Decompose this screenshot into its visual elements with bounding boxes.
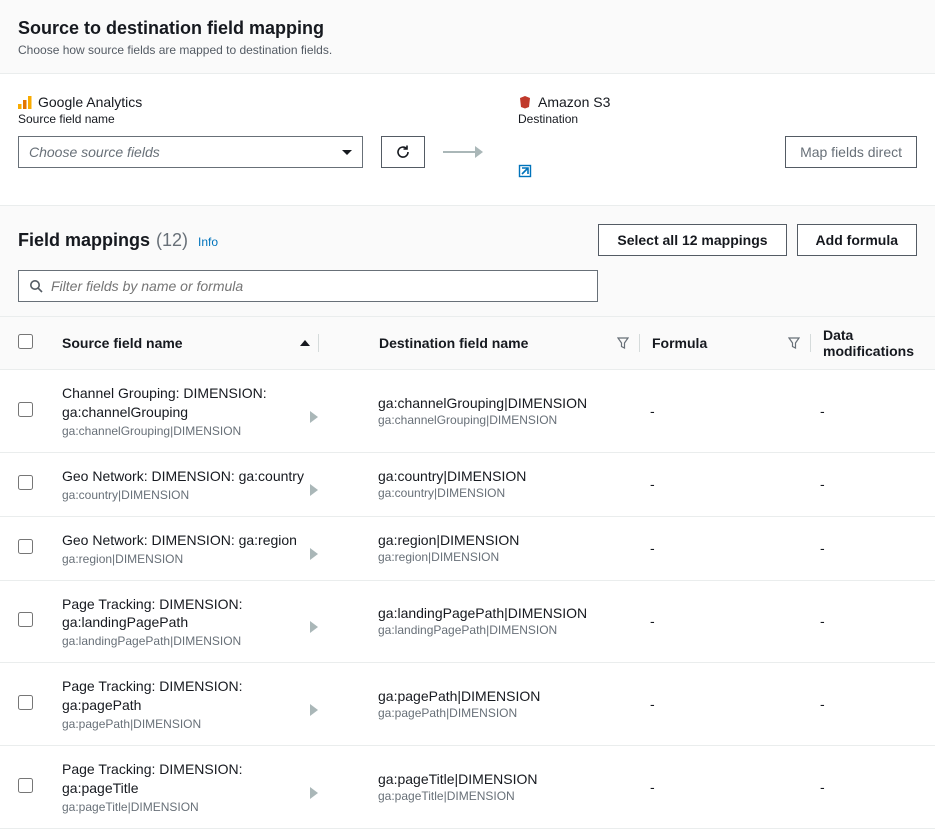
destination-field-name: ga:country|DIMENSION bbox=[378, 468, 638, 484]
source-connector-name: Google Analytics bbox=[38, 94, 142, 110]
formula-value: - bbox=[650, 476, 655, 492]
source-field-name: Page Tracking: DIMENSION: ga:landingPage… bbox=[62, 595, 318, 633]
formula-value: - bbox=[650, 540, 655, 556]
formula-value: - bbox=[650, 403, 655, 419]
row-checkbox[interactable] bbox=[18, 778, 33, 793]
map-fields-directly-button[interactable]: Map fields direct bbox=[785, 136, 917, 168]
source-field-name: Geo Network: DIMENSION: ga:country bbox=[62, 467, 318, 486]
sort-asc-icon[interactable] bbox=[300, 340, 310, 346]
source-field-name: Channel Grouping: DIMENSION: ga:channelG… bbox=[62, 384, 318, 422]
destination-field-name: ga:channelGrouping|DIMENSION bbox=[378, 395, 638, 411]
select-all-checkbox[interactable] bbox=[18, 334, 33, 349]
arrow-right-icon bbox=[443, 146, 483, 158]
modification-value: - bbox=[820, 476, 825, 492]
info-link[interactable]: Info bbox=[198, 235, 218, 249]
field-mappings-section: Field mappings (12) Info Select all 12 m… bbox=[0, 206, 935, 829]
source-field-name: Page Tracking: DIMENSION: ga:pageTitle bbox=[62, 760, 318, 798]
mappings-count: (12) bbox=[156, 230, 188, 251]
select-all-button[interactable]: Select all 12 mappings bbox=[598, 224, 786, 256]
source-field-sub: ga:channelGrouping|DIMENSION bbox=[62, 424, 318, 438]
source-destination-section: Google Analytics Source field name Choos… bbox=[0, 74, 935, 206]
source-field-sub: ga:region|DIMENSION bbox=[62, 552, 318, 566]
filter-input[interactable] bbox=[51, 278, 587, 294]
formula-value: - bbox=[650, 613, 655, 629]
col-formula-header[interactable]: Formula bbox=[652, 335, 707, 351]
page-header: Source to destination field mapping Choo… bbox=[0, 0, 935, 74]
amazon-s3-icon bbox=[518, 95, 532, 109]
row-checkbox[interactable] bbox=[18, 539, 33, 554]
source-field-name: Page Tracking: DIMENSION: ga:pagePath bbox=[62, 677, 318, 715]
col-source-header[interactable]: Source field name bbox=[62, 335, 183, 351]
source-field-sub: ga:country|DIMENSION bbox=[62, 488, 318, 502]
source-field-sub: ga:pageTitle|DIMENSION bbox=[62, 800, 318, 814]
external-link-icon bbox=[518, 164, 532, 178]
row-checkbox[interactable] bbox=[18, 695, 33, 710]
page-title: Source to destination field mapping bbox=[18, 18, 917, 39]
destination-field-sub: ga:channelGrouping|DIMENSION bbox=[378, 413, 638, 427]
mappings-title: Field mappings bbox=[18, 230, 150, 251]
filter-icon[interactable] bbox=[786, 335, 802, 351]
source-select-placeholder: Choose source fields bbox=[29, 144, 160, 160]
source-field-select[interactable]: Choose source fields bbox=[18, 136, 363, 168]
destination-field-name: ga:region|DIMENSION bbox=[378, 532, 638, 548]
google-analytics-icon bbox=[18, 95, 32, 109]
source-connector-title: Google Analytics bbox=[18, 94, 518, 110]
add-formula-button[interactable]: Add formula bbox=[797, 224, 917, 256]
filter-input-wrapper[interactable] bbox=[18, 270, 598, 302]
row-checkbox[interactable] bbox=[18, 612, 33, 627]
table-body: Channel Grouping: DIMENSION: ga:channelG… bbox=[0, 370, 935, 829]
destination-field-name: ga:pageTitle|DIMENSION bbox=[378, 771, 638, 787]
page-subtitle: Choose how source fields are mapped to d… bbox=[18, 43, 917, 57]
table-row: Channel Grouping: DIMENSION: ga:channelG… bbox=[0, 370, 935, 453]
destination-field-name: ga:pagePath|DIMENSION bbox=[378, 688, 638, 704]
destination-connector-name: Amazon S3 bbox=[538, 94, 610, 110]
table-row: Page Tracking: DIMENSION: ga:pagePath ga… bbox=[0, 663, 935, 746]
modification-value: - bbox=[820, 613, 825, 629]
refresh-button[interactable] bbox=[381, 136, 425, 168]
destination-field-sub: ga:region|DIMENSION bbox=[378, 550, 638, 564]
table-header: Source field name Destination field name… bbox=[0, 316, 935, 370]
destination-field-sub: ga:pageTitle|DIMENSION bbox=[378, 789, 638, 803]
destination-field-sub: ga:country|DIMENSION bbox=[378, 486, 638, 500]
row-checkbox[interactable] bbox=[18, 475, 33, 490]
table-row: Page Tracking: DIMENSION: ga:pageTitle g… bbox=[0, 746, 935, 829]
formula-value: - bbox=[650, 779, 655, 795]
formula-value: - bbox=[650, 696, 655, 712]
destination-field-name: ga:landingPagePath|DIMENSION bbox=[378, 605, 638, 621]
destination-field-sub: ga:pagePath|DIMENSION bbox=[378, 706, 638, 720]
refresh-icon bbox=[395, 144, 411, 160]
modification-value: - bbox=[820, 403, 825, 419]
filter-icon[interactable] bbox=[615, 335, 631, 351]
destination-label: Destination bbox=[518, 112, 785, 126]
row-checkbox[interactable] bbox=[18, 402, 33, 417]
table-row: Page Tracking: DIMENSION: ga:landingPage… bbox=[0, 581, 935, 664]
source-field-sub: ga:pagePath|DIMENSION bbox=[62, 717, 318, 731]
destination-external-link[interactable] bbox=[518, 164, 532, 178]
mappings-table: Source field name Destination field name… bbox=[0, 316, 935, 829]
modification-value: - bbox=[820, 696, 825, 712]
table-row: Geo Network: DIMENSION: ga:country ga:co… bbox=[0, 453, 935, 517]
search-icon bbox=[29, 279, 43, 293]
col-modifications-header[interactable]: Data modifications bbox=[823, 327, 917, 359]
source-field-sub: ga:landingPagePath|DIMENSION bbox=[62, 634, 318, 648]
modification-value: - bbox=[820, 779, 825, 795]
source-field-label: Source field name bbox=[18, 112, 518, 126]
table-row: Geo Network: DIMENSION: ga:region ga:reg… bbox=[0, 517, 935, 581]
destination-connector-title: Amazon S3 bbox=[518, 94, 785, 110]
source-field-name: Geo Network: DIMENSION: ga:region bbox=[62, 531, 318, 550]
col-destination-header[interactable]: Destination field name bbox=[379, 335, 528, 351]
chevron-down-icon bbox=[342, 150, 352, 155]
destination-field-sub: ga:landingPagePath|DIMENSION bbox=[378, 623, 638, 637]
modification-value: - bbox=[820, 540, 825, 556]
